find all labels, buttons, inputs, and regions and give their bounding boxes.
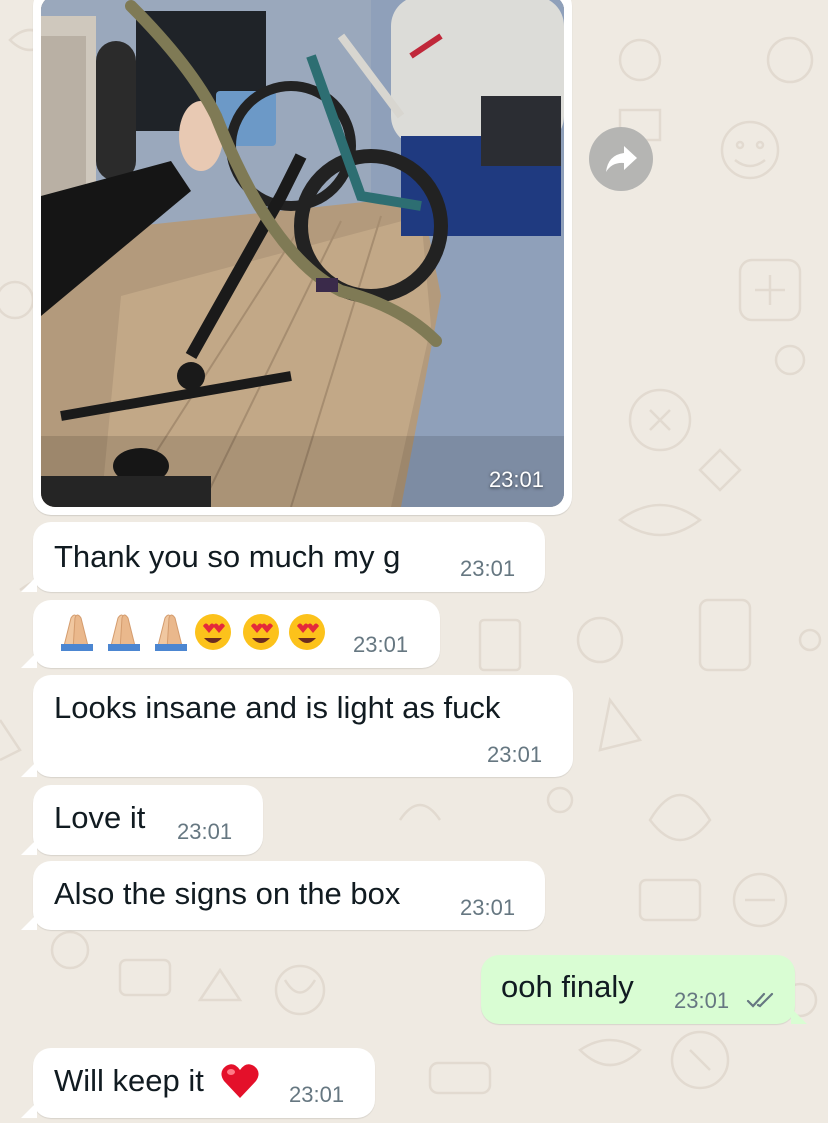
incoming-message[interactable]: Thank you so much my g 23:01 bbox=[21, 522, 545, 592]
outgoing-message[interactable]: ooh finaly 23:01 bbox=[481, 955, 807, 1024]
incoming-message[interactable]: Also the signs on the box 23:01 bbox=[21, 861, 545, 930]
message-text: ooh finaly bbox=[501, 969, 634, 1004]
message-text: Will keep it bbox=[54, 1063, 204, 1098]
folded-hands-emoji bbox=[155, 614, 187, 651]
image-message[interactable]: 23:01 bbox=[33, 0, 572, 515]
message-time: 23:01 bbox=[487, 742, 543, 767]
incoming-emoji-message[interactable]: 23:01 bbox=[21, 600, 440, 668]
red-heart-emoji bbox=[221, 1064, 259, 1098]
message-time: 23:01 bbox=[674, 988, 730, 1013]
emoji-row bbox=[53, 612, 353, 652]
message-time: 23:01 bbox=[460, 556, 516, 581]
bike-handlebar-photo[interactable]: 23:01 bbox=[41, 0, 564, 507]
heart-eyes-emoji bbox=[289, 614, 325, 650]
message-text: Thank you so much my g bbox=[54, 539, 401, 574]
folded-hands-emoji bbox=[108, 614, 140, 651]
image-message-time: 23:01 bbox=[488, 467, 544, 492]
message-text: Also the signs on the box bbox=[54, 876, 401, 911]
heart-eyes-emoji bbox=[195, 614, 231, 650]
message-text: Looks insane and is light as fuck bbox=[54, 690, 501, 725]
incoming-message[interactable]: Looks insane and is light as fuck 23:01 bbox=[21, 675, 573, 777]
double-check-icon bbox=[746, 992, 774, 1008]
incoming-message[interactable]: Love it 23:01 bbox=[21, 785, 263, 855]
message-time: 23:01 bbox=[177, 819, 233, 844]
message-time: 23:01 bbox=[460, 895, 516, 920]
photo-illustration bbox=[41, 0, 564, 507]
message-time: 23:01 bbox=[289, 1082, 345, 1107]
chat-area: 23:01 Thank you so much my g 23:01 23:01… bbox=[0, 0, 828, 1123]
message-time: 23:01 bbox=[353, 632, 409, 657]
forward-button[interactable] bbox=[589, 127, 653, 191]
forward-arrow-icon bbox=[606, 146, 637, 172]
folded-hands-emoji bbox=[61, 614, 93, 651]
heart-eyes-emoji bbox=[243, 614, 279, 650]
incoming-message[interactable]: Will keep it 23:01 bbox=[21, 1048, 375, 1118]
message-text: Love it bbox=[54, 800, 146, 835]
